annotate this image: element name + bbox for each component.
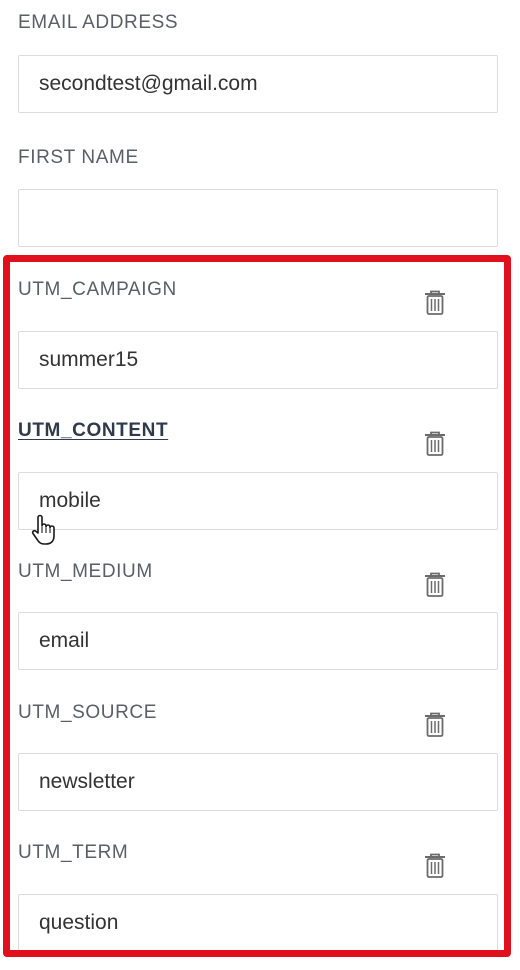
utm-campaign-label: UTM_CAMPAIGN: [18, 279, 177, 300]
email-address-label: EMAIL ADDRESS: [18, 12, 179, 33]
utm-content-input[interactable]: [18, 472, 498, 530]
utm-medium-input[interactable]: [18, 612, 498, 670]
trash-icon[interactable]: [424, 853, 446, 879]
email-address-input[interactable]: [18, 55, 498, 113]
utm-source-label: UTM_SOURCE: [18, 702, 158, 723]
trash-icon[interactable]: [424, 431, 446, 457]
utm-medium-label: UTM_MEDIUM: [18, 561, 153, 582]
utm-source-input[interactable]: [18, 753, 498, 811]
utm-term-input[interactable]: [18, 894, 498, 952]
trash-icon[interactable]: [424, 712, 446, 738]
trash-icon[interactable]: [424, 290, 446, 316]
utm-campaign-input[interactable]: [18, 331, 498, 389]
first-name-input[interactable]: [18, 189, 498, 247]
trash-icon[interactable]: [424, 572, 446, 598]
utm-term-label: UTM_TERM: [18, 842, 129, 863]
first-name-label: FIRST NAME: [18, 147, 139, 168]
utm-content-label: UTM_CONTENT: [18, 420, 169, 441]
